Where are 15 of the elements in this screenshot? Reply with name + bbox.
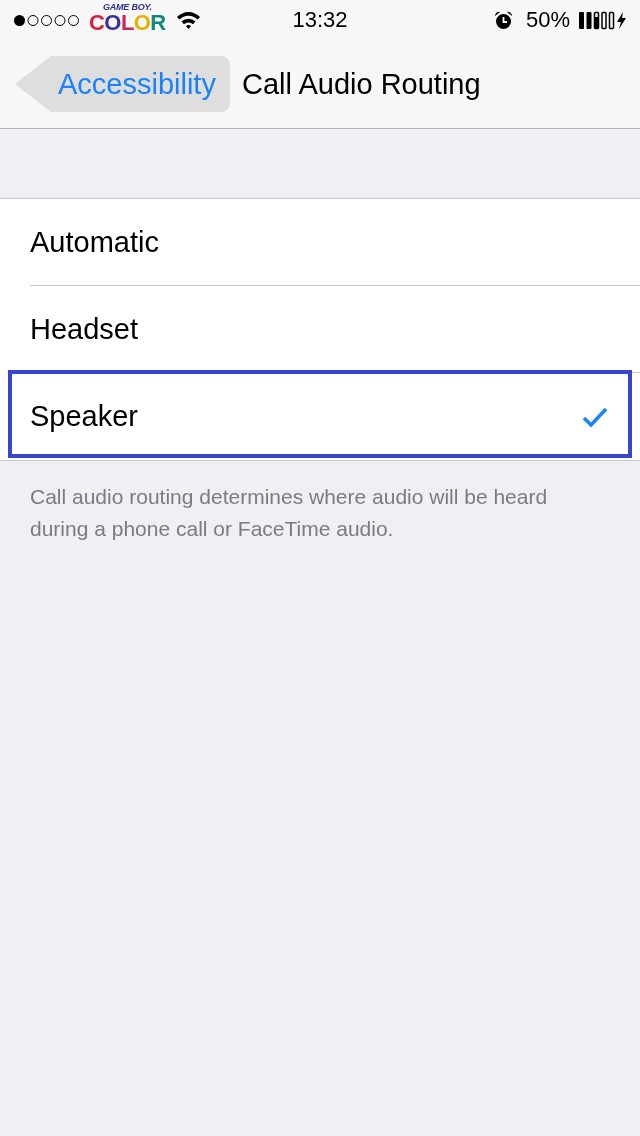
option-label: Speaker <box>30 402 138 431</box>
wifi-icon <box>175 11 201 29</box>
option-label: Automatic <box>30 227 159 257</box>
option-row[interactable]: Automatic <box>0 199 640 286</box>
option-label: Headset <box>30 314 138 344</box>
signal-strength-icon <box>13 13 80 27</box>
option-row[interactable]: Headset <box>0 286 640 373</box>
status-time: 13:32 <box>292 8 348 32</box>
carrier-logo: GAME BOY. COLOR <box>89 2 166 34</box>
option-row[interactable]: Speaker <box>0 373 640 460</box>
page-title: Call Audio Routing <box>242 69 481 99</box>
alarm-clock-icon <box>493 10 513 30</box>
footer-note: Call audio routing determines where audio will be heard during a phone call or FaceTime audio. <box>30 484 549 542</box>
battery-icon <box>578 10 628 30</box>
battery-percentage: 50% <box>525 8 570 32</box>
